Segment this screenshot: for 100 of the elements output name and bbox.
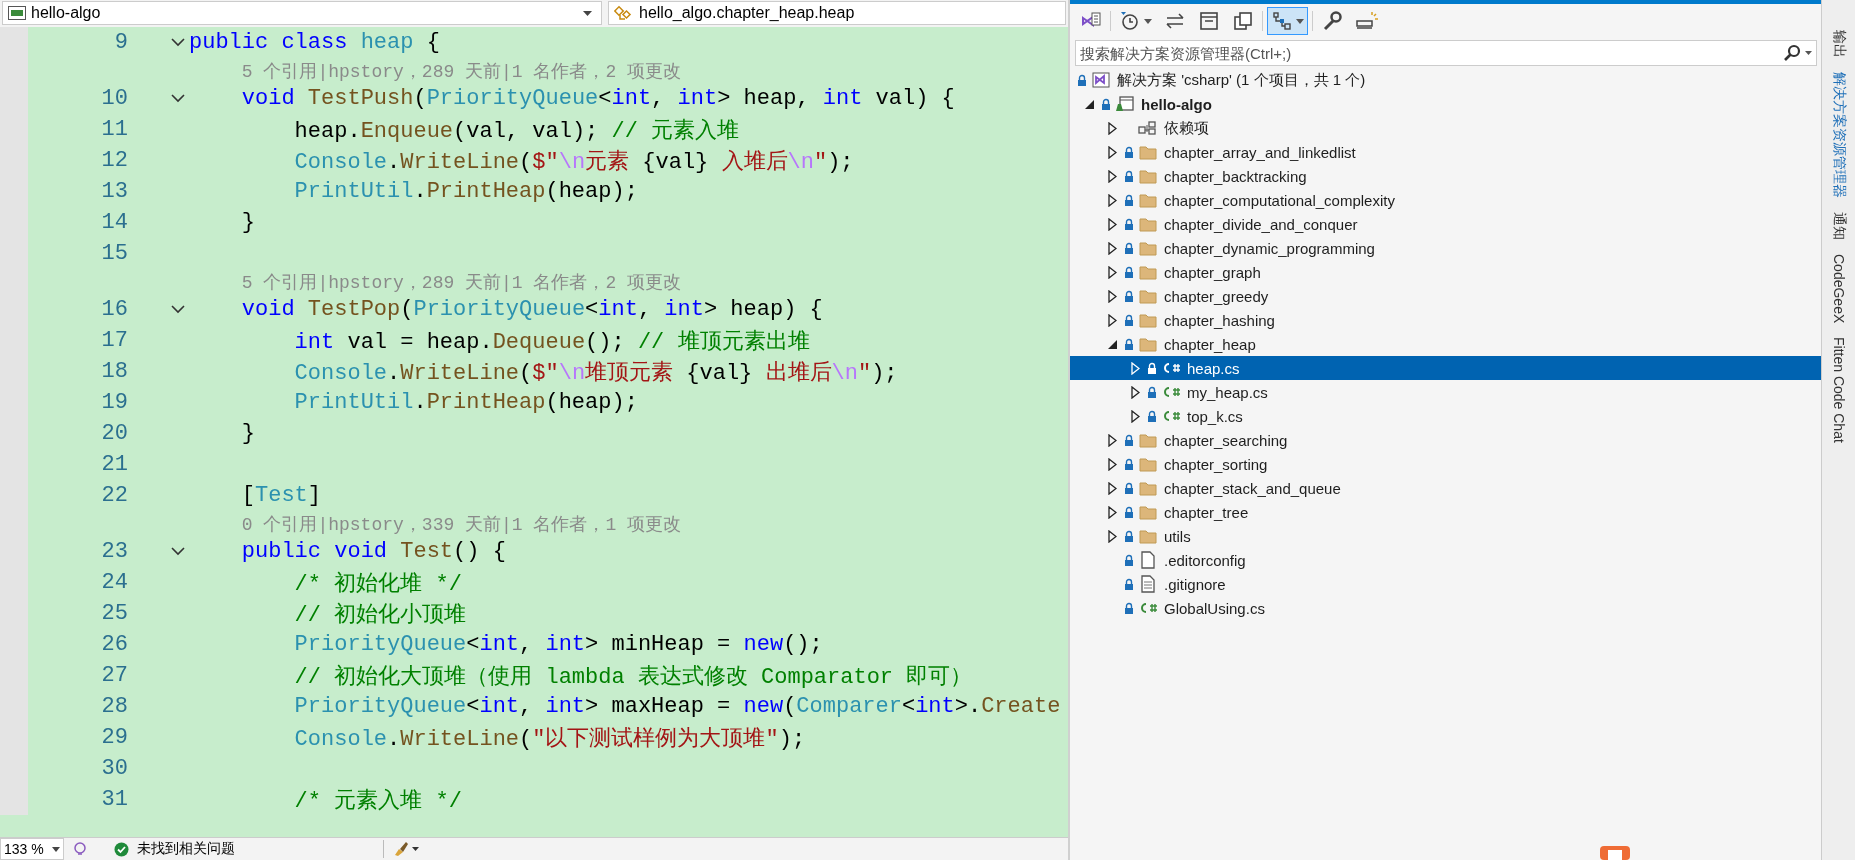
issues-status[interactable]: 未找到相关问题 (136, 840, 235, 858)
folder-icon (1139, 336, 1157, 352)
line-number: 9 (113, 30, 128, 55)
tree-item[interactable]: my_heap.cs (1070, 380, 1821, 404)
caret-icon (51, 846, 60, 852)
collapsed-arrow-icon[interactable] (1131, 385, 1140, 399)
tree-item[interactable]: .editorconfig (1070, 548, 1821, 572)
tree-item[interactable]: chapter_backtracking (1070, 164, 1821, 188)
code-line: int val = heap.Dequeue(); // 堆顶元素出堆 (293, 328, 810, 356)
side-tab[interactable]: 输出 (1829, 30, 1848, 58)
fold-chevron-icon[interactable] (171, 305, 185, 314)
side-tab[interactable]: 解决方案资源管理器 (1829, 72, 1848, 198)
csharp-file-icon (1161, 361, 1181, 375)
bulb-icon[interactable] (71, 841, 88, 857)
folder-icon (1139, 504, 1157, 520)
line-number: 16 (100, 297, 128, 322)
toolbar-button[interactable] (1267, 7, 1308, 35)
code-line: PriorityQueue<int, int> minHeap = new(); (293, 632, 823, 657)
line-number: 31 (100, 787, 128, 812)
line-number: 17 (100, 328, 128, 353)
folder-icon (1139, 240, 1157, 256)
check-circle-icon (113, 841, 129, 857)
side-tab[interactable]: 通知 (1829, 212, 1848, 240)
preview-icon (1355, 10, 1379, 32)
folder-icon (1139, 264, 1157, 280)
side-tab[interactable]: Fitten Code Chat (1830, 337, 1847, 444)
tree-item[interactable]: GlobalUsing.cs (1070, 596, 1821, 620)
code-line: PrintUtil.PrintHeap(heap); (293, 179, 638, 204)
solution-icon (1091, 71, 1111, 89)
folder-icon (1139, 144, 1157, 160)
collapsed-arrow-icon[interactable] (1108, 457, 1117, 471)
collapsed-arrow-icon[interactable] (1108, 169, 1117, 183)
text-file-icon (1140, 575, 1156, 593)
tree-item[interactable]: chapter_hashing (1070, 308, 1821, 332)
clock-icon (1119, 10, 1141, 32)
collapsed-arrow-icon[interactable] (1108, 241, 1117, 255)
code-line: [Test] (240, 483, 322, 508)
csharp-file-icon (1161, 409, 1181, 423)
line-number: 29 (100, 725, 128, 750)
folder-icon (1139, 312, 1157, 328)
code-line: PrintUtil.PrintHeap(heap); (293, 390, 638, 415)
tree-item[interactable]: chapter_greedy (1070, 284, 1821, 308)
line-number: 22 (100, 483, 128, 508)
project-dropdown[interactable]: hello-algo (2, 1, 602, 25)
floating-widget-icon[interactable] (1600, 846, 1630, 860)
folder-icon (1139, 528, 1157, 544)
collapsed-arrow-icon[interactable] (1131, 409, 1140, 423)
fold-chevron-icon[interactable] (171, 38, 185, 47)
tree-item[interactable]: chapter_divide_and_conquer (1070, 212, 1821, 236)
collapsed-arrow-icon[interactable] (1108, 433, 1117, 447)
line-number: 15 (100, 241, 128, 266)
collapsed-arrow-icon[interactable] (1108, 265, 1117, 279)
collapsed-arrow-icon[interactable] (1108, 193, 1117, 207)
tree-item[interactable]: utils (1070, 524, 1821, 548)
tree-item[interactable]: chapter_computational_complexity (1070, 188, 1821, 212)
fold-chevron-icon[interactable] (171, 547, 185, 556)
search-icon[interactable] (1783, 44, 1813, 62)
tree-item[interactable]: heap.cs (1070, 356, 1821, 380)
collapsed-arrow-icon[interactable] (1108, 289, 1117, 303)
code-line: void TestPush(PriorityQueue<int, int> heap, int val) { (240, 86, 955, 111)
search-field[interactable]: 搜索解决方案资源管理器(Ctrl+;) (1075, 40, 1817, 66)
collapsed-arrow-icon[interactable] (1108, 481, 1117, 495)
tree-item[interactable]: chapter_stack_and_queue (1070, 476, 1821, 500)
line-number: 13 (100, 179, 128, 204)
code-line: Console.WriteLine("以下测试样例为大顶堆"); (293, 725, 806, 753)
collapsed-arrow-icon[interactable] (1108, 313, 1117, 327)
tree-item[interactable]: chapter_tree (1070, 500, 1821, 524)
expanded-arrow-icon[interactable] (1108, 339, 1117, 349)
side-tab[interactable]: CodeGeeX (1830, 254, 1847, 324)
folder-icon (1139, 480, 1157, 496)
folder-icon (1139, 432, 1157, 448)
line-number: 11 (100, 117, 128, 142)
tree-item[interactable]: 依赖项 (1070, 116, 1821, 140)
zoom-dropdown[interactable]: 133 % (0, 838, 64, 860)
line-number: 12 (100, 148, 128, 173)
tree-item[interactable]: hello-algo (1070, 92, 1821, 116)
tree-item[interactable]: chapter_array_and_linkedlist (1070, 140, 1821, 164)
member-dropdown[interactable]: hello_algo.chapter_heap.heap (608, 1, 1066, 25)
expanded-arrow-icon[interactable] (1085, 99, 1094, 109)
csharp-file-icon (1161, 385, 1181, 399)
fold-chevron-icon[interactable] (171, 94, 185, 103)
tree-item[interactable]: chapter_graph (1070, 260, 1821, 284)
tree-item[interactable]: .gitignore (1070, 572, 1821, 596)
tree-item[interactable]: 解决方案 'csharp' (1 个项目，共 1 个) (1070, 68, 1821, 92)
tree-item[interactable]: chapter_sorting (1070, 452, 1821, 476)
collapsed-arrow-icon[interactable] (1108, 505, 1117, 519)
tree-item[interactable]: chapter_searching (1070, 428, 1821, 452)
collapsed-arrow-icon[interactable] (1108, 145, 1117, 159)
collapsed-arrow-icon[interactable] (1108, 529, 1117, 543)
collapsed-arrow-icon[interactable] (1108, 217, 1117, 231)
tree-item[interactable]: chapter_heap (1070, 332, 1821, 356)
tree-item[interactable]: chapter_dynamic_programming (1070, 236, 1821, 260)
tree-view-icon (1271, 10, 1293, 32)
folder-icon (1139, 456, 1157, 472)
collapsed-arrow-icon[interactable] (1108, 121, 1117, 135)
file-icon (1140, 551, 1156, 569)
code-line: void TestPop(PriorityQueue<int, int> heap) { (240, 297, 823, 322)
tree-item[interactable]: top_k.cs (1070, 404, 1821, 428)
code-line: // 初始化小顶堆 (293, 601, 467, 629)
project-icon (1115, 95, 1135, 113)
